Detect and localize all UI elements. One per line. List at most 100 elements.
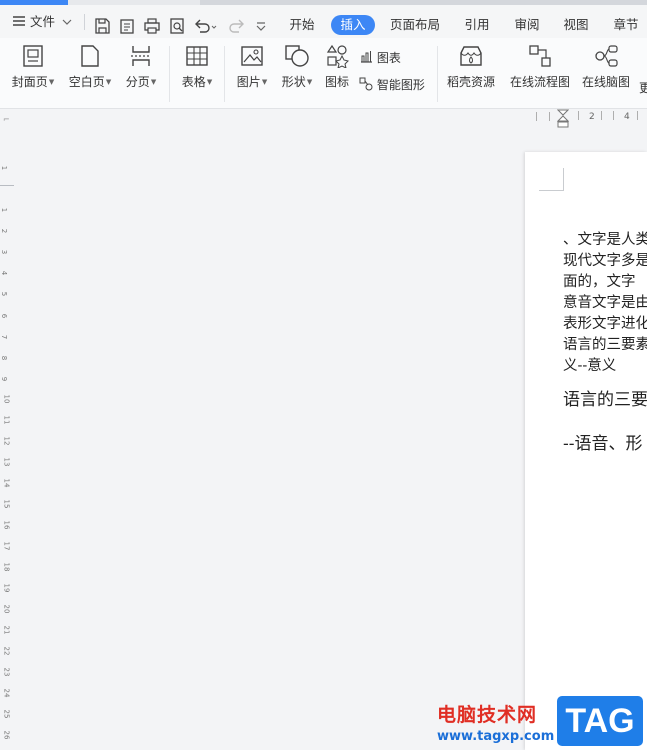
caret-icon: ▼ — [206, 78, 213, 86]
ruler-number: 26 — [2, 730, 11, 740]
body-text-line: 表形文字进化 — [563, 316, 647, 332]
watermark-tag-logo: TAG — [557, 696, 643, 746]
document-page[interactable]: 、文字是人类 现代文字多是 面的，文字 意音文字是由 表形文字进化 语言的三要素… — [525, 152, 647, 750]
ruler-number: 24 — [2, 688, 11, 698]
ruler-number: 6 — [0, 313, 9, 319]
shape-icon — [285, 45, 309, 67]
ruler-number: 23 — [2, 667, 11, 677]
tab-review[interactable]: 审阅 — [508, 15, 546, 35]
tab-home[interactable]: 开始 — [282, 15, 322, 35]
ruler-number: 3 — [0, 249, 9, 255]
online-mindmap-button[interactable]: 在线脑图 — [578, 44, 634, 90]
hamburger-icon — [13, 16, 25, 26]
icons-button[interactable]: 图标 — [322, 44, 352, 90]
watermark-site-name: 电脑技术网 — [437, 704, 538, 726]
ruler-number: 9 — [0, 376, 9, 382]
body-text-line: 意音文字是由 — [563, 295, 647, 311]
redo-icon[interactable] — [228, 17, 246, 35]
flowchart-icon — [529, 45, 551, 67]
chart-button[interactable]: 图表 — [359, 49, 401, 66]
ruler-number: 22 — [2, 646, 11, 656]
page-break-label: 分页 — [125, 75, 150, 89]
docer-resources-label: 稻壳资源 — [446, 75, 495, 89]
mindmap-icon — [595, 45, 618, 67]
save-icon[interactable] — [93, 17, 111, 35]
print-preview-icon[interactable] — [168, 17, 186, 35]
indent-marker-icon[interactable] — [557, 109, 569, 129]
vertical-ruler[interactable]: 1 1 2 3 4 5 6 7 8 9 10 11 12 13 14 15 16… — [0, 150, 14, 750]
cover-page-icon — [23, 45, 43, 67]
ruler-number: 14 — [2, 478, 11, 488]
undo-icon[interactable] — [193, 17, 217, 35]
ruler-number: 1 — [0, 165, 9, 171]
ruler-number: 11 — [2, 415, 11, 425]
tab-insert[interactable]: 插入 — [331, 15, 375, 35]
tab-view[interactable]: 视图 — [557, 15, 595, 35]
tab-chapter[interactable]: 章节 — [606, 15, 646, 35]
horizontal-ruler[interactable]: ⌐ | | | 2 | | 4 | — [0, 109, 647, 129]
cover-page-button[interactable]: 封面页▼ — [8, 44, 58, 90]
ruler-number: 13 — [2, 457, 11, 467]
divider — [84, 14, 85, 30]
picture-icon — [241, 46, 263, 66]
export-pdf-icon[interactable] — [118, 17, 136, 35]
ruler-tick: | — [612, 111, 616, 121]
tab-page-layout[interactable]: 页面布局 — [385, 15, 445, 35]
online-flowchart-label: 在线流程图 — [509, 75, 570, 89]
smartart-icon — [359, 77, 373, 91]
ruler-number: 10 — [2, 394, 11, 404]
docer-resources-button[interactable]: 稻壳资源 — [443, 44, 499, 90]
caret-icon: ▼ — [261, 78, 268, 86]
icon-library-icon — [326, 44, 349, 68]
ruler-number: 8 — [0, 355, 9, 361]
quick-access-dropdown-icon[interactable] — [254, 17, 268, 35]
paragraph-text: --语音、形 — [563, 434, 643, 454]
ruler-number: 18 — [2, 562, 11, 572]
body-text-line: 面的，文字 — [563, 274, 636, 290]
shape-button[interactable]: 形状▼ — [277, 44, 317, 90]
caret-icon: ▼ — [105, 78, 112, 86]
paragraph-heading: 语言的三要 — [563, 390, 647, 410]
ruler-number: 25 — [2, 709, 11, 719]
ruler-tick: | — [600, 111, 604, 121]
ruler-number: 2 — [0, 228, 9, 234]
picture-button[interactable]: 图片▼ — [231, 44, 273, 90]
more-label: 更 — [639, 81, 647, 95]
ruler-number: 16 — [2, 520, 11, 530]
online-flowchart-button[interactable]: 在线流程图 — [507, 44, 573, 90]
resource-store-icon — [460, 46, 482, 66]
blank-page-button[interactable]: 空白页▼ — [65, 44, 115, 90]
ruler-number: 4 — [0, 270, 9, 276]
ruler-number: 21 — [2, 625, 11, 635]
ribbon-divider — [224, 46, 225, 102]
chart-label: 图表 — [376, 51, 401, 65]
table-label: 表格 — [181, 75, 206, 89]
caret-icon: ▼ — [48, 78, 55, 86]
ruler-number: 15 — [2, 499, 11, 509]
body-text-line: 义--意义 — [563, 358, 617, 374]
cover-page-label: 封面页 — [11, 75, 48, 89]
smartart-button[interactable]: 智能图形 — [359, 76, 425, 93]
ruler-number: 20 — [2, 604, 11, 614]
page-break-button[interactable]: 分页▼ — [120, 44, 162, 90]
blank-page-icon — [81, 45, 99, 67]
ruler-number: 2 — [589, 112, 595, 122]
file-menu-button[interactable]: 文件 — [12, 5, 72, 38]
watermark-url: www.tagxp.com — [437, 729, 555, 744]
body-text-line: 现代文字多是 — [563, 253, 647, 269]
table-button[interactable]: 表格▼ — [176, 44, 218, 90]
blank-page-label: 空白页 — [68, 75, 105, 89]
more-button[interactable]: 更 — [639, 44, 647, 96]
ruler-tick: | — [548, 112, 552, 122]
ruler-number: 1 — [0, 207, 9, 213]
ruler-number: 7 — [0, 334, 9, 340]
menu-bar: 文件 开始 插入 页面布局 引用 审阅 视图 章节 — [0, 5, 647, 38]
page-margin-corner-mark — [539, 168, 564, 191]
print-icon[interactable] — [143, 17, 161, 35]
ruler-tick: | — [535, 112, 539, 122]
table-icon — [186, 46, 208, 66]
ruler-number: 12 — [2, 436, 11, 446]
tab-references[interactable]: 引用 — [458, 15, 496, 35]
ruler-number: 4 — [624, 112, 630, 122]
picture-label: 图片 — [236, 75, 261, 89]
